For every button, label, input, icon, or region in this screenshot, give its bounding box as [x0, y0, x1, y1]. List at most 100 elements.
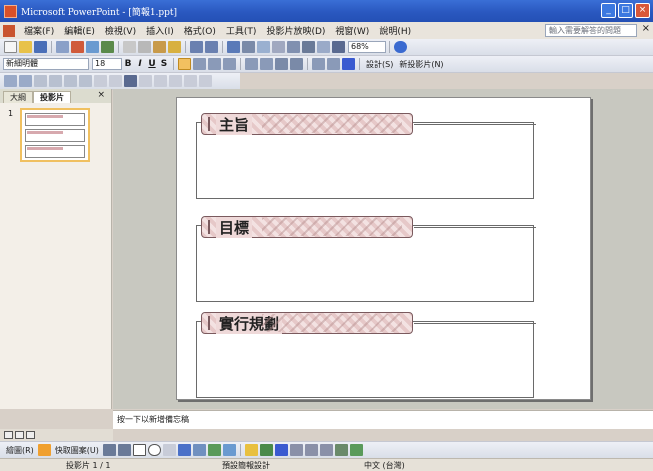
close-button[interactable]: ×	[635, 3, 650, 18]
cut-icon[interactable]	[123, 41, 136, 53]
bold-button[interactable]: B	[122, 59, 134, 69]
rectangle-icon[interactable]	[132, 444, 146, 456]
undo-icon[interactable]	[190, 41, 203, 53]
menu-file[interactable]: 檔案(F)	[19, 24, 59, 37]
save-icon[interactable]	[34, 41, 47, 53]
slide-sorter-view-icon[interactable]	[15, 431, 24, 439]
slideshow-view-icon[interactable]	[26, 431, 35, 439]
decrease-font-icon[interactable]	[290, 58, 303, 70]
section-heading[interactable]: 主旨	[216, 113, 253, 135]
draw-menu-button[interactable]: 繪圖(R)	[3, 445, 37, 456]
move-up-icon[interactable]	[34, 75, 47, 87]
line-icon[interactable]	[102, 444, 116, 456]
design-button[interactable]: 設計(S)	[363, 59, 396, 70]
insert-picture-icon[interactable]	[222, 444, 236, 456]
dash-style-icon[interactable]	[304, 444, 318, 456]
show-formatting-icon[interactable]	[302, 41, 315, 53]
arrow-style-icon[interactable]	[319, 444, 333, 456]
help-icon[interactable]	[394, 41, 407, 53]
grid-icon[interactable]	[317, 41, 330, 53]
oval-icon[interactable]	[147, 444, 161, 456]
underline-button[interactable]: U	[146, 59, 158, 69]
normal-view-icon[interactable]	[4, 431, 13, 439]
slide-section-box[interactable]: 目標	[196, 216, 536, 302]
promote-icon[interactable]	[4, 75, 17, 87]
insert-table-icon[interactable]	[242, 41, 255, 53]
restore-button[interactable]: □	[618, 3, 633, 18]
spell-check-outline-icon[interactable]	[199, 75, 212, 87]
autoshapes-button[interactable]: 快取圖案(U)	[52, 445, 102, 456]
open-icon[interactable]	[19, 41, 32, 53]
slide-thumbnail[interactable]	[20, 108, 90, 162]
tables-borders-icon[interactable]	[257, 41, 270, 53]
menu-edit[interactable]: 編輯(E)	[59, 24, 100, 37]
animation-icon[interactable]	[169, 75, 182, 87]
font-size-select[interactable]: 18	[92, 58, 122, 70]
text-box-icon[interactable]	[162, 444, 176, 456]
insert-diagram-icon[interactable]	[272, 41, 285, 53]
menu-tools[interactable]: 工具(T)	[221, 24, 262, 37]
insert-diagram-draw-icon[interactable]	[192, 444, 206, 456]
section-heading[interactable]: 目標	[216, 216, 253, 238]
bullets-icon[interactable]	[260, 58, 273, 70]
slide[interactable]: 主旨 目標 實行規劃	[176, 97, 591, 400]
menu-insert[interactable]: 插入(I)	[141, 24, 179, 37]
show-formatting-outline-icon[interactable]	[109, 75, 122, 87]
expand-icon[interactable]	[79, 75, 92, 87]
menu-format[interactable]: 格式(O)	[179, 24, 221, 37]
increase-indent-icon[interactable]	[327, 58, 340, 70]
shadow-button[interactable]: S	[158, 59, 170, 69]
color-grayscale-icon[interactable]	[332, 41, 345, 53]
rehearse-icon[interactable]	[184, 75, 197, 87]
copy-icon[interactable]	[138, 41, 151, 53]
redo-icon[interactable]	[205, 41, 218, 53]
arrow-icon[interactable]	[117, 444, 131, 456]
font-color-icon[interactable]	[342, 58, 355, 70]
menu-help[interactable]: 說明(H)	[374, 24, 416, 37]
format-painter-icon[interactable]	[168, 41, 181, 53]
slide-sorter-icon[interactable]	[139, 75, 152, 87]
increase-font-icon[interactable]	[275, 58, 288, 70]
font-select[interactable]: 新細明體	[3, 58, 89, 70]
insert-chart-icon[interactable]	[227, 41, 240, 53]
slide-section-box[interactable]: 主旨	[196, 113, 536, 199]
align-left-icon[interactable]	[178, 58, 191, 70]
tab-outline[interactable]: 大綱	[3, 91, 33, 103]
print-icon[interactable]	[71, 41, 84, 53]
minimize-button[interactable]: _	[601, 3, 616, 18]
align-right-icon[interactable]	[208, 58, 221, 70]
powerpoint-app-icon[interactable]	[4, 4, 17, 18]
menu-slideshow[interactable]: 投影片放映(D)	[261, 24, 330, 37]
shadow-style-icon[interactable]	[334, 444, 348, 456]
transition-icon[interactable]	[154, 75, 167, 87]
align-center-icon[interactable]	[193, 58, 206, 70]
summary-slide-icon[interactable]	[94, 75, 107, 87]
clip-art-icon[interactable]	[207, 444, 221, 456]
notes-pane[interactable]: 按一下以新增備忘稿	[113, 410, 653, 429]
demote-icon[interactable]	[19, 75, 32, 87]
font-color-draw-icon[interactable]	[274, 444, 288, 456]
document-close-icon[interactable]: ×	[642, 23, 650, 34]
menu-window[interactable]: 視窗(W)	[330, 24, 374, 37]
wordart-icon[interactable]	[177, 444, 191, 456]
menu-view[interactable]: 檢視(V)	[100, 24, 141, 37]
expand-all-icon[interactable]	[287, 41, 300, 53]
zoom-select[interactable]: 68%	[348, 41, 386, 53]
new-slide-button[interactable]: 新投影片(N)	[396, 59, 446, 70]
print-preview-icon[interactable]	[86, 41, 99, 53]
tab-slides[interactable]: 投影片	[33, 91, 71, 103]
new-icon[interactable]	[4, 41, 17, 53]
fill-color-icon[interactable]	[244, 444, 258, 456]
move-down-icon[interactable]	[49, 75, 62, 87]
permission-icon[interactable]	[56, 41, 69, 53]
3d-style-icon[interactable]	[349, 444, 363, 456]
panel-close-icon[interactable]: ×	[97, 90, 105, 100]
line-color-icon[interactable]	[259, 444, 273, 456]
help-question-input[interactable]: 輸入需要解答的問題	[545, 24, 637, 37]
text-direction-icon[interactable]	[223, 58, 236, 70]
paste-icon[interactable]	[153, 41, 166, 53]
document-icon[interactable]	[3, 24, 15, 37]
italic-button[interactable]: I	[134, 59, 146, 69]
line-style-icon[interactable]	[289, 444, 303, 456]
outline-lines-icon[interactable]	[124, 75, 137, 87]
